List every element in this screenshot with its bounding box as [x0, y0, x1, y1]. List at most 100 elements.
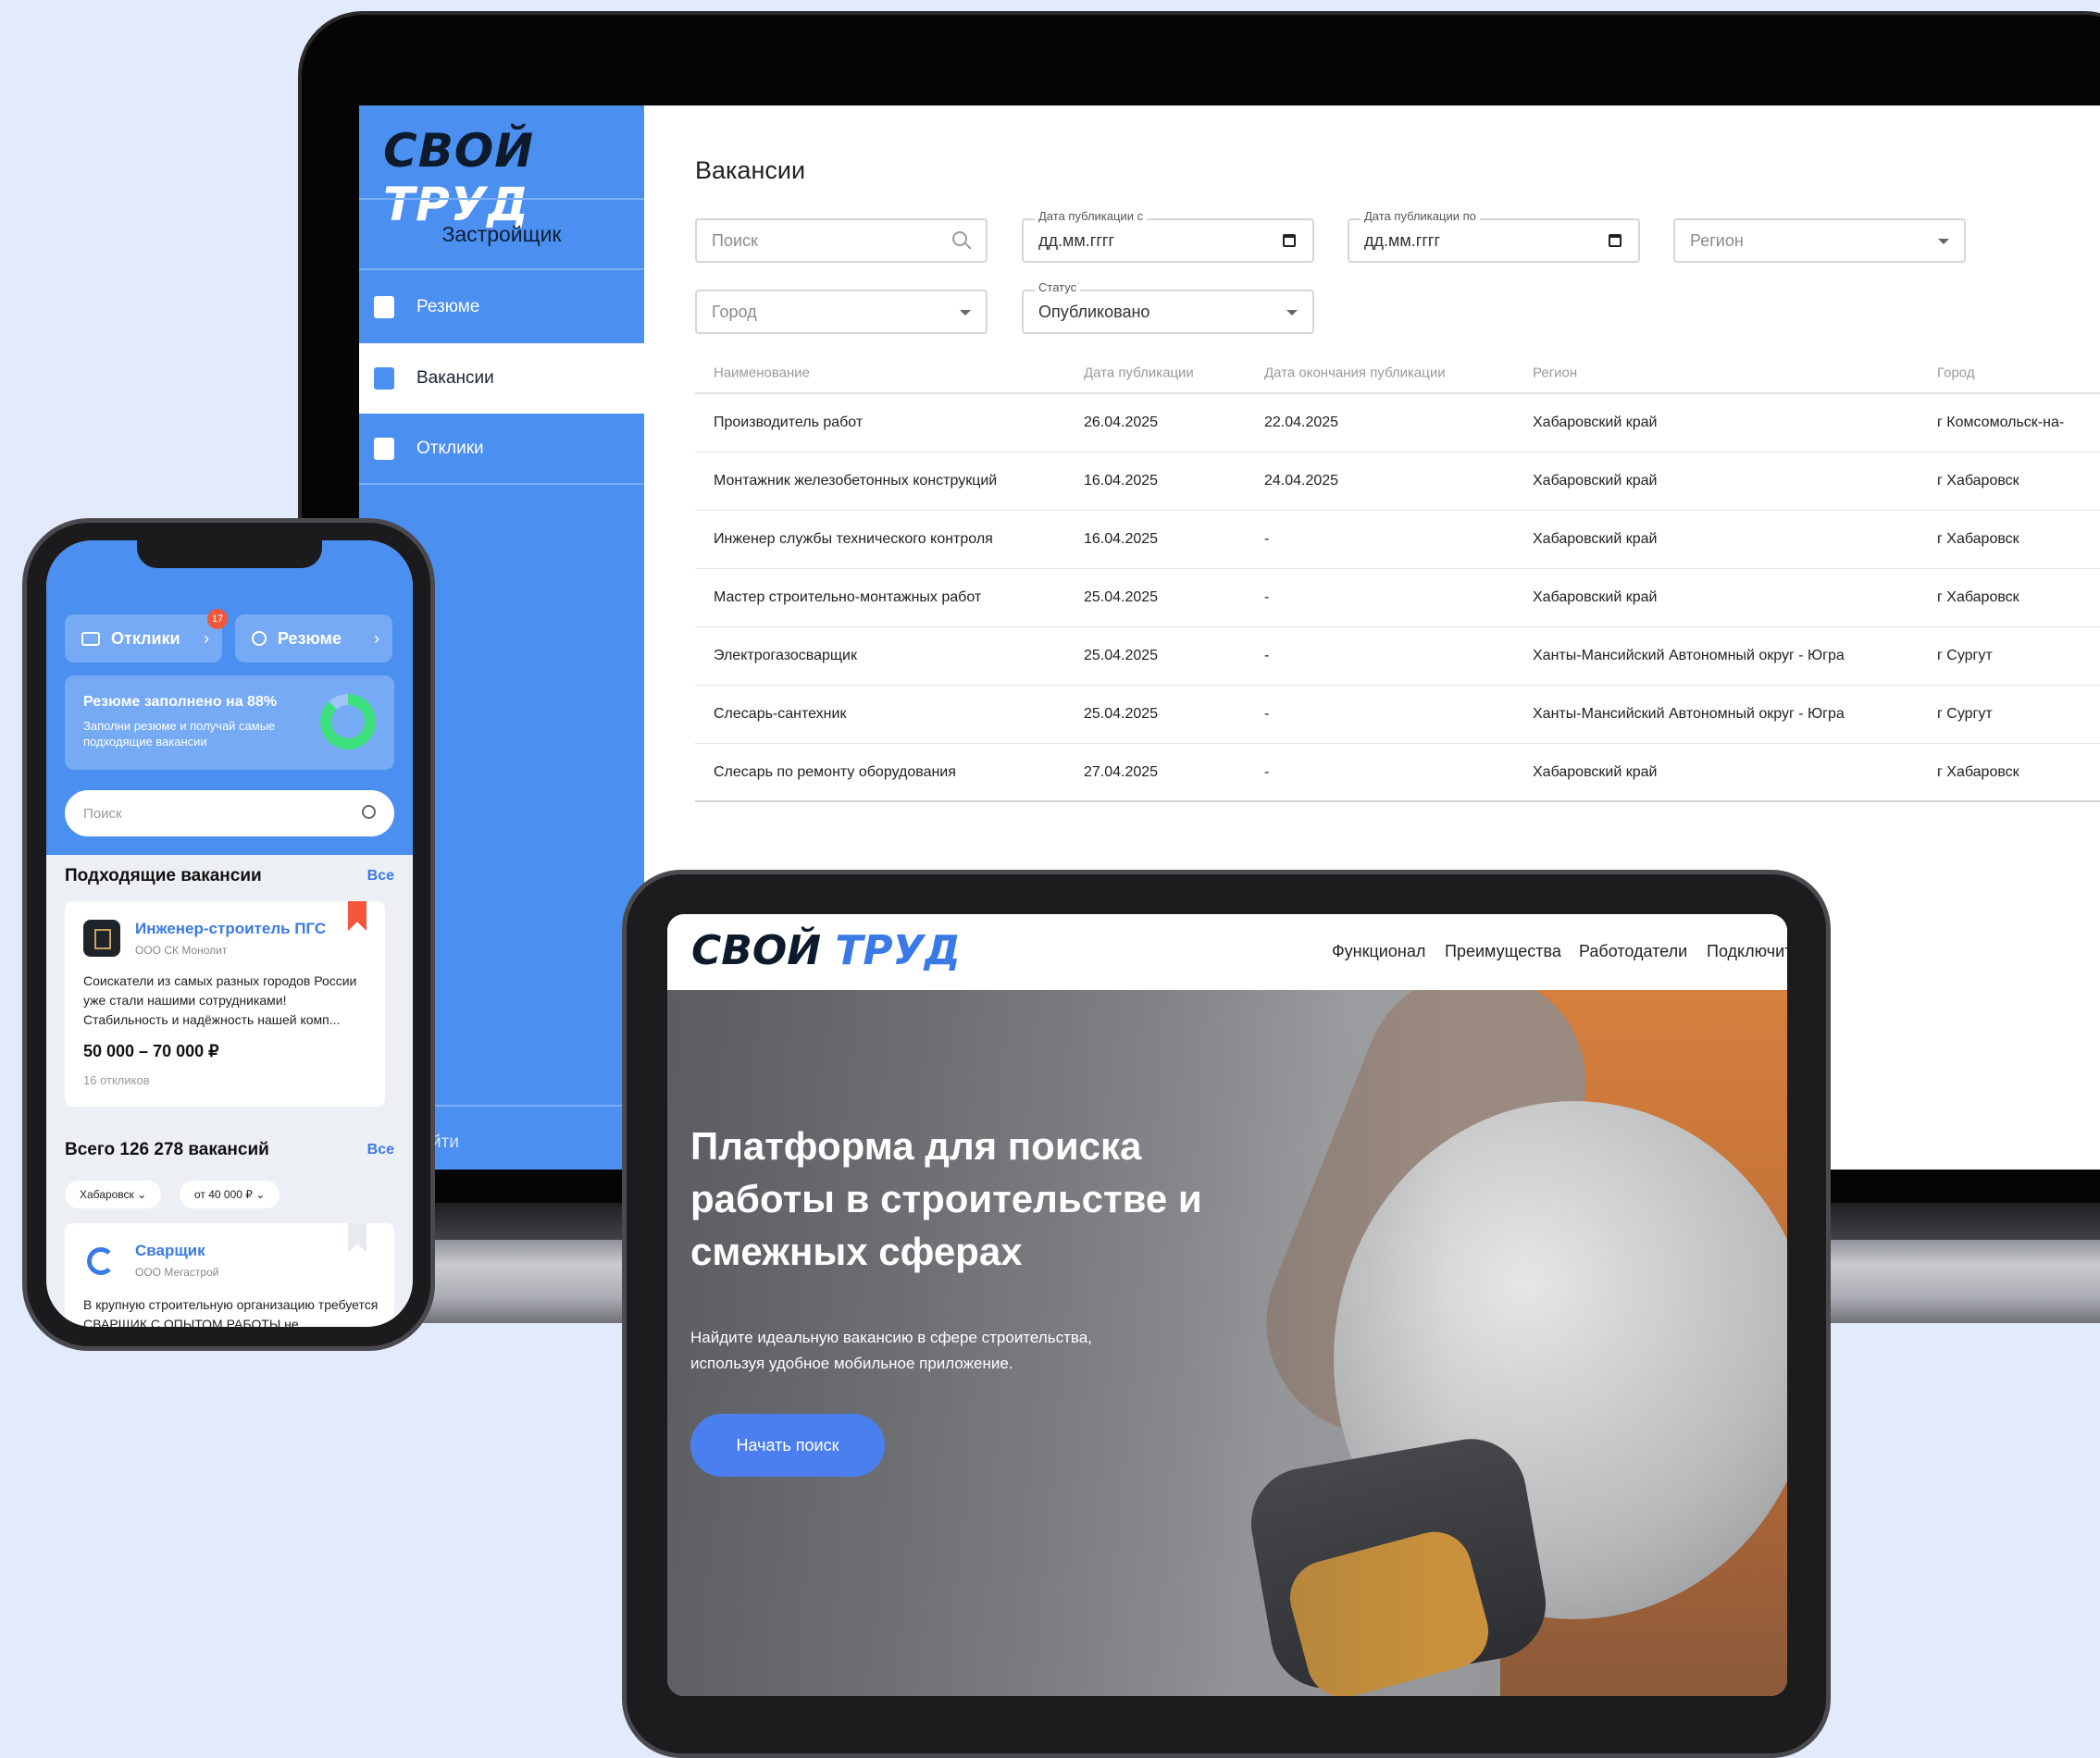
- cell-date: 16.04.2025: [1084, 473, 1159, 489]
- status-select[interactable]: Статус Опубликовано: [1022, 280, 1314, 334]
- field-label: Статус: [1035, 280, 1081, 294]
- logout-link[interactable]: йти: [431, 1133, 459, 1153]
- calendar-icon[interactable]: [1609, 234, 1622, 247]
- start-search-button[interactable]: Начать поиск: [690, 1414, 885, 1477]
- table-row[interactable]: Электрогазосварщик 25.04.2025 - Ханты-Ма…: [695, 627, 2100, 686]
- button-label: Отклики: [111, 628, 180, 648]
- cell-city: г Сургут: [1937, 706, 1993, 722]
- cell-region: Хабаровский край: [1533, 473, 1658, 489]
- resume-progress-card[interactable]: Резюме заполнено на 88% Заполни резюме и…: [65, 675, 394, 770]
- user-icon: [252, 631, 267, 646]
- field-label: Дата публикации с: [1035, 209, 1148, 223]
- company-logo: [83, 920, 120, 957]
- vacancy-card[interactable]: Сварщик ООО Мегастрой В крупную строител…: [65, 1223, 394, 1327]
- dropdown-arrow-icon: [1938, 239, 1949, 244]
- region-select[interactable]: Регион: [1673, 218, 1966, 263]
- sidebar-item-resume[interactable]: Резюме: [359, 272, 644, 342]
- field-label: Дата публикации по: [1361, 209, 1480, 223]
- phone-notch: [137, 540, 322, 568]
- table-row[interactable]: Производитель работ 26.04.2025 22.04.202…: [695, 394, 2100, 452]
- column-header[interactable]: Город: [1937, 365, 1975, 381]
- nav-link-features[interactable]: Функционал: [1332, 942, 1425, 961]
- cell-date: 25.04.2025: [1084, 648, 1159, 663]
- section-title: Подходящие вакансии: [65, 866, 262, 885]
- briefcase-icon: [374, 367, 394, 390]
- resume-button[interactable]: Резюме ›: [235, 614, 392, 662]
- hero-text: Найдите идеальную вакансию в сфере строи…: [690, 1329, 1092, 1372]
- company-name: ООО СК Монолит: [135, 944, 228, 957]
- city-select[interactable]: Город: [695, 290, 988, 334]
- sidebar-role: Застройщик: [359, 198, 644, 270]
- nav-link-connect[interactable]: Подключит: [1707, 942, 1787, 961]
- cell-title: Мастер строительно-монтажных работ: [714, 589, 982, 605]
- cell-end-date: 22.04.2025: [1264, 415, 1339, 430]
- cell-title: Слесарь-сантехник: [714, 706, 847, 722]
- file-check-icon: [374, 438, 394, 460]
- mail-icon: [81, 631, 100, 646]
- cell-title: Слесарь по ремонту оборудования: [714, 763, 956, 780]
- column-header[interactable]: Регион: [1533, 365, 1577, 381]
- vacancy-title: Сварщик: [135, 1242, 205, 1259]
- cell-date: 16.04.2025: [1084, 531, 1159, 547]
- cell-end-date: -: [1264, 648, 1270, 663]
- vacancies-table: Наименование Дата публикации Дата оконча…: [695, 353, 2100, 802]
- cell-end-date: -: [1264, 589, 1270, 605]
- page-title: Вакансии: [695, 156, 806, 184]
- dropdown-arrow-icon: [960, 310, 971, 316]
- cell-title: Производитель работ: [714, 415, 864, 430]
- cell-region: Ханты-Мансийский Автономный округ - Югра: [1533, 648, 1845, 663]
- button-label: Резюме: [278, 628, 342, 648]
- cell-city: г Хабаровск: [1937, 763, 2019, 780]
- salary-filter-chip[interactable]: от 40 000 ₽ ⌄: [180, 1181, 280, 1208]
- see-all-link[interactable]: Все: [367, 868, 394, 885]
- bookmark-icon[interactable]: [348, 1223, 367, 1253]
- cell-end-date: -: [1264, 706, 1270, 722]
- vacancy-description: В крупную строительную организацию требу…: [83, 1297, 379, 1327]
- responses-count: 16 откликов: [83, 1073, 150, 1087]
- responses-button[interactable]: Отклики ›: [65, 614, 222, 662]
- column-header[interactable]: Дата публикации: [1084, 365, 1194, 381]
- cell-region: Хабаровский край: [1533, 415, 1658, 430]
- sidebar-item-label: Отклики: [416, 439, 484, 458]
- phone-screen: Отклики › 17 Резюме › Резюме заполнено н…: [46, 540, 413, 1327]
- table-row[interactable]: Инженер службы технического контроля 16.…: [695, 511, 2100, 569]
- nav-link-advantages[interactable]: Преимущества: [1445, 942, 1561, 961]
- city-filter-chip[interactable]: Хабаровск ⌄: [65, 1181, 162, 1208]
- document-icon: [374, 296, 394, 318]
- phone-search-input[interactable]: Поиск: [65, 790, 394, 836]
- cell-date: 26.04.2025: [1084, 415, 1159, 430]
- nav-link-employers[interactable]: Работодатели: [1579, 942, 1687, 961]
- column-header[interactable]: Дата окончания публикации: [1264, 365, 1446, 381]
- date-to-field[interactable]: Дата публикации по дд.мм.гггг: [1348, 209, 1640, 263]
- logo[interactable]: СВОЙ ТРУД: [691, 927, 961, 974]
- table-row[interactable]: Слесарь по ремонту оборудования 27.04.20…: [695, 744, 2100, 802]
- table-row[interactable]: Слесарь-сантехник 25.04.2025 - Ханты-Ман…: [695, 686, 2100, 744]
- vacancy-title: Инженер-строитель ПГС: [135, 920, 327, 937]
- table-header: Наименование Дата публикации Дата оконча…: [695, 353, 2100, 394]
- cell-title: Электрогазосварщик: [714, 648, 857, 663]
- search-input[interactable]: Поиск: [695, 218, 988, 263]
- tablet-screen: СВОЙ ТРУД Функционал Преимущества Работо…: [667, 914, 1787, 1696]
- cell-end-date: -: [1264, 763, 1270, 780]
- table-row[interactable]: Монтажник железобетонных конструкций 16.…: [695, 452, 2100, 511]
- cell-date: 25.04.2025: [1084, 706, 1159, 722]
- cell-end-date: -: [1264, 531, 1270, 547]
- cell-city: г Сургут: [1937, 648, 1993, 663]
- date-from-field[interactable]: Дата публикации с дд.мм.гггг: [1022, 209, 1314, 263]
- cell-region: Хабаровский край: [1533, 589, 1658, 605]
- sidebar-item-vacancies[interactable]: Вакансии: [359, 343, 644, 414]
- cell-city: г Хабаровск: [1937, 531, 2019, 547]
- calendar-icon[interactable]: [1283, 234, 1296, 247]
- notification-badge: 17: [207, 609, 228, 629]
- vacancy-card[interactable]: Инженер-строитель ПГС ООО СК Монолит Сои…: [65, 901, 385, 1107]
- cell-end-date: 24.04.2025: [1264, 473, 1339, 489]
- column-header[interactable]: Наименование: [714, 365, 810, 381]
- company-logo: [87, 1247, 115, 1275]
- salary: 50 000 – 70 000 ₽: [83, 1042, 219, 1060]
- sidebar-item-responses[interactable]: Отклики: [359, 415, 644, 485]
- bookmark-icon[interactable]: [348, 901, 367, 931]
- cell-region: Хабаровский край: [1533, 531, 1658, 547]
- see-all-link[interactable]: Все: [367, 1142, 394, 1158]
- table-row[interactable]: Мастер строительно-монтажных работ 25.04…: [695, 569, 2100, 627]
- hero-title: Платформа для поиска работы в строительс…: [690, 1124, 1202, 1273]
